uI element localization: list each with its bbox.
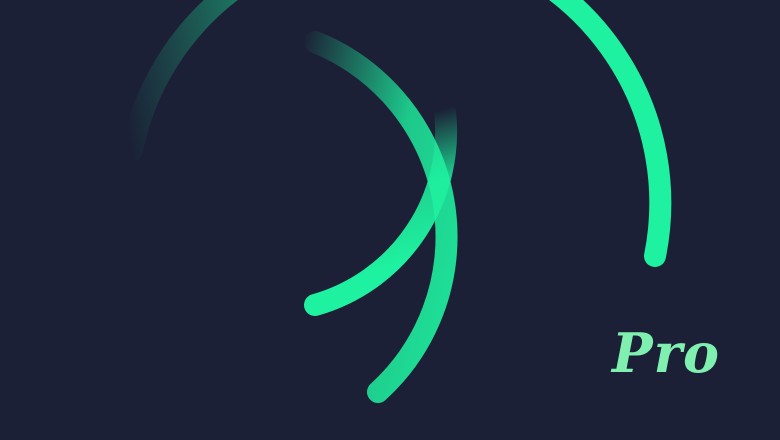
pro-badge-text: Pro [612,321,721,385]
app-logo-canvas: Pro [0,0,780,440]
outer-arc [121,0,672,267]
